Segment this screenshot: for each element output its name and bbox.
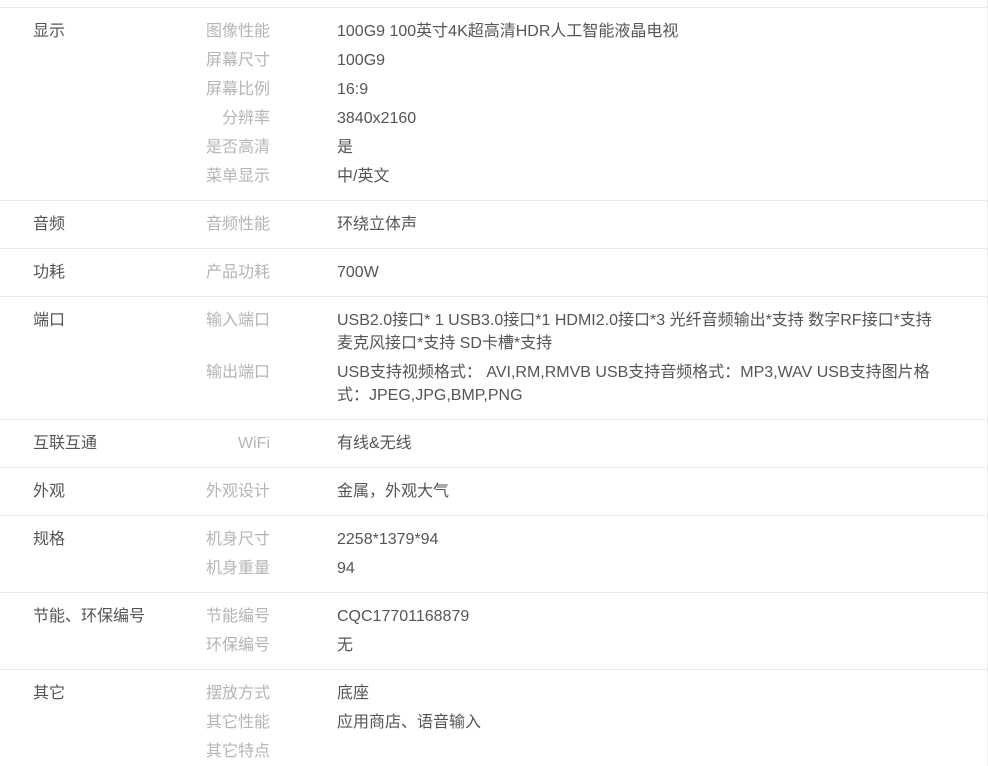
spec-row-label: 屏幕尺寸 bbox=[185, 49, 270, 72]
spec-row: 输出端口 USB支持视频格式： AVI,RM,RMVB USB支持音频格式：MP… bbox=[185, 361, 987, 407]
spec-rows: 输入端口 USB2.0接口* 1 USB3.0接口*1 HDMI2.0接口*3 … bbox=[185, 309, 987, 413]
spec-section: 互联互通 WiFi 有线&无线 bbox=[0, 419, 987, 467]
spec-category-label: 音频 bbox=[0, 213, 185, 236]
spec-row-value: 2258*1379*94 bbox=[337, 528, 987, 551]
spec-rows: 产品功耗 700W bbox=[185, 261, 987, 290]
spec-section: 节能、环保编号 节能编号 CQC17701168879 环保编号 无 bbox=[0, 592, 987, 669]
spec-row-value: 94 bbox=[337, 557, 987, 580]
spec-row: 产品功耗 700W bbox=[185, 261, 987, 284]
spec-row-value: 应用商店、语音输入 bbox=[337, 711, 987, 734]
spec-row-value: 金属，外观大气 bbox=[337, 480, 987, 503]
spec-row-value: 100G9 bbox=[337, 49, 987, 72]
spec-row-label: 环保编号 bbox=[185, 634, 270, 657]
spec-row-value: 有线&无线 bbox=[337, 432, 987, 455]
spec-row: 菜单显示 中/英文 bbox=[185, 165, 987, 188]
spec-row-label: 分辨率 bbox=[185, 107, 270, 130]
spec-row: 其它特点 bbox=[185, 740, 987, 763]
spec-row: 是否高清 是 bbox=[185, 136, 987, 159]
spec-section: 规格 机身尺寸 2258*1379*94 机身重量 94 bbox=[0, 515, 987, 592]
spec-section: 外观 外观设计 金属，外观大气 bbox=[0, 467, 987, 515]
spec-row: 节能编号 CQC17701168879 bbox=[185, 605, 987, 628]
spec-row-label: 其它性能 bbox=[185, 711, 270, 734]
spec-rows: WiFi 有线&无线 bbox=[185, 432, 987, 461]
spec-section: 端口 输入端口 USB2.0接口* 1 USB3.0接口*1 HDMI2.0接口… bbox=[0, 296, 987, 419]
spec-row-value: USB支持视频格式： AVI,RM,RMVB USB支持音频格式：MP3,WAV… bbox=[337, 361, 987, 407]
spec-rows: 摆放方式 底座 其它性能 应用商店、语音输入 其它特点 bbox=[185, 682, 987, 766]
spec-row-value: 中/英文 bbox=[337, 165, 987, 188]
spec-row-label: 节能编号 bbox=[185, 605, 270, 628]
spec-section: 显示 图像性能 100G9 100英寸4K超高清HDR人工智能液晶电视 屏幕尺寸… bbox=[0, 7, 987, 200]
spec-section: 音频 音频性能 环绕立体声 bbox=[0, 200, 987, 248]
spec-row: 图像性能 100G9 100英寸4K超高清HDR人工智能液晶电视 bbox=[185, 20, 987, 43]
spec-category-label: 外观 bbox=[0, 480, 185, 503]
spec-row-label: 输出端口 bbox=[185, 361, 270, 384]
spec-row-value: 100G9 100英寸4K超高清HDR人工智能液晶电视 bbox=[337, 20, 987, 43]
spec-row: 摆放方式 底座 bbox=[185, 682, 987, 705]
spec-row-label: 菜单显示 bbox=[185, 165, 270, 188]
spec-category-label: 互联互通 bbox=[0, 432, 185, 455]
spec-row-value: 700W bbox=[337, 261, 987, 284]
spec-row-label: 机身重量 bbox=[185, 557, 270, 580]
spec-rows: 外观设计 金属，外观大气 bbox=[185, 480, 987, 509]
spec-row-value bbox=[337, 740, 987, 763]
spec-row: 外观设计 金属，外观大气 bbox=[185, 480, 987, 503]
spec-row: 其它性能 应用商店、语音输入 bbox=[185, 711, 987, 734]
spec-category-label: 其它 bbox=[0, 682, 185, 705]
spec-row: 机身重量 94 bbox=[185, 557, 987, 580]
spec-row: 输入端口 USB2.0接口* 1 USB3.0接口*1 HDMI2.0接口*3 … bbox=[185, 309, 987, 355]
spec-category-label: 功耗 bbox=[0, 261, 185, 284]
spec-row-label: 外观设计 bbox=[185, 480, 270, 503]
spec-table: 显示 图像性能 100G9 100英寸4K超高清HDR人工智能液晶电视 屏幕尺寸… bbox=[0, 7, 987, 766]
spec-row: WiFi 有线&无线 bbox=[185, 432, 987, 455]
spec-row-label: 输入端口 bbox=[185, 309, 270, 332]
spec-row-label: 屏幕比例 bbox=[185, 78, 270, 101]
spec-row: 屏幕尺寸 100G9 bbox=[185, 49, 987, 72]
spec-row-label: WiFi bbox=[185, 432, 270, 455]
spec-row-label: 是否高清 bbox=[185, 136, 270, 159]
spec-row: 屏幕比例 16:9 bbox=[185, 78, 987, 101]
spec-row-label: 摆放方式 bbox=[185, 682, 270, 705]
spec-row-value: 无 bbox=[337, 634, 987, 657]
spec-category-label: 显示 bbox=[0, 20, 185, 43]
spec-category-label: 节能、环保编号 bbox=[0, 605, 185, 628]
spec-row-value: 环绕立体声 bbox=[337, 213, 987, 236]
spec-row-label: 产品功耗 bbox=[185, 261, 270, 284]
spec-rows: 节能编号 CQC17701168879 环保编号 无 bbox=[185, 605, 987, 663]
spec-rows: 机身尺寸 2258*1379*94 机身重量 94 bbox=[185, 528, 987, 586]
spec-row-value: 16:9 bbox=[337, 78, 987, 101]
spec-rows: 音频性能 环绕立体声 bbox=[185, 213, 987, 242]
spec-rows: 图像性能 100G9 100英寸4K超高清HDR人工智能液晶电视 屏幕尺寸 10… bbox=[185, 20, 987, 194]
spec-row: 机身尺寸 2258*1379*94 bbox=[185, 528, 987, 551]
spec-row-value: USB2.0接口* 1 USB3.0接口*1 HDMI2.0接口*3 光纤音频输… bbox=[337, 309, 987, 355]
spec-section: 功耗 产品功耗 700W bbox=[0, 248, 987, 296]
spec-row-label: 机身尺寸 bbox=[185, 528, 270, 551]
spec-row-value: 是 bbox=[337, 136, 987, 159]
spec-row: 环保编号 无 bbox=[185, 634, 987, 657]
spec-row: 音频性能 环绕立体声 bbox=[185, 213, 987, 236]
spec-row: 分辨率 3840x2160 bbox=[185, 107, 987, 130]
spec-row-value: 底座 bbox=[337, 682, 987, 705]
spec-category-label: 端口 bbox=[0, 309, 185, 332]
spec-row-value: CQC17701168879 bbox=[337, 605, 987, 628]
spec-category-label: 规格 bbox=[0, 528, 185, 551]
spec-row-value: 3840x2160 bbox=[337, 107, 987, 130]
product-spec-page: 显示 图像性能 100G9 100英寸4K超高清HDR人工智能液晶电视 屏幕尺寸… bbox=[0, 0, 988, 766]
spec-row-label: 其它特点 bbox=[185, 740, 270, 763]
spec-row-label: 音频性能 bbox=[185, 213, 270, 236]
spec-row-label: 图像性能 bbox=[185, 20, 270, 43]
spec-section: 其它 摆放方式 底座 其它性能 应用商店、语音输入 其它特点 bbox=[0, 669, 987, 766]
